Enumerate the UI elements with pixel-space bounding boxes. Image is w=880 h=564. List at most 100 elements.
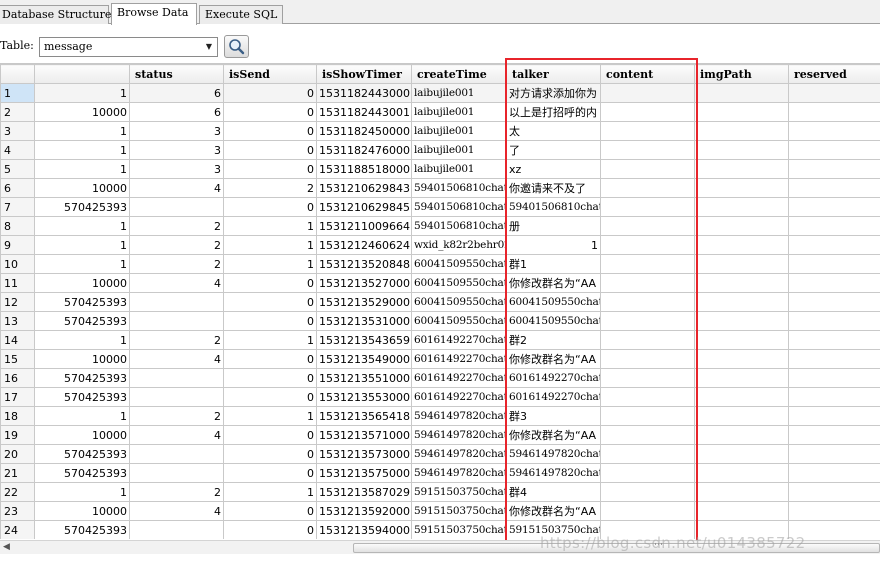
table-cell[interactable]: 1 — [34, 482, 130, 502]
table-row[interactable]: 20 570425393 0 1531213573000 59461497820chat… — [0, 444, 880, 464]
table-cell[interactable] — [600, 254, 695, 274]
table-cell[interactable]: 60041509550chatr — [506, 292, 601, 312]
table-cell[interactable]: 1 — [34, 406, 130, 426]
table-cell[interactable] — [788, 482, 880, 502]
table-cell[interactable]: 59151503750chatr — [411, 501, 507, 521]
table-cell[interactable] — [600, 102, 695, 122]
table-cell[interactable]: 570425393 — [34, 387, 130, 407]
table-cell[interactable]: 4 — [129, 273, 224, 293]
row-number[interactable]: 13 — [0, 311, 35, 331]
table-cell[interactable]: 1 — [223, 406, 317, 426]
table-cell[interactable]: 对方请求添加你为 — [506, 83, 601, 103]
table-cell[interactable]: 1 — [34, 254, 130, 274]
table-row[interactable]: 13 570425393 0 1531213531000 60041509550chat… — [0, 311, 880, 331]
table-cell[interactable]: 6 — [129, 102, 224, 122]
table-cell[interactable]: 1531213551000 — [316, 368, 412, 388]
table-cell[interactable]: laibujile001 — [411, 102, 507, 122]
table-cell[interactable] — [694, 406, 789, 426]
column-header-isshowtimer[interactable]: isShowTimer — [316, 64, 412, 84]
table-cell[interactable]: 10000 — [34, 102, 130, 122]
table-cell[interactable]: 59401506810chatr — [411, 216, 507, 236]
column-header-blank[interactable] — [34, 64, 130, 84]
row-number[interactable]: 8 — [0, 216, 35, 236]
table-cell[interactable] — [788, 349, 880, 369]
row-number[interactable]: 14 — [0, 330, 35, 350]
table-cell[interactable]: 59401506810chatr — [411, 197, 507, 217]
table-cell[interactable] — [600, 197, 695, 217]
row-number[interactable]: 19 — [0, 425, 35, 445]
table-cell[interactable] — [788, 235, 880, 255]
table-row[interactable]: 10 1 2 1 1531213520848 60041509550chatr 群1 — [0, 254, 880, 274]
table-cell[interactable] — [788, 292, 880, 312]
table-cell[interactable]: 1 — [34, 140, 130, 160]
row-number[interactable]: 20 — [0, 444, 35, 464]
table-cell[interactable] — [600, 121, 695, 141]
table-cell[interactable]: 10000 — [34, 501, 130, 521]
row-number[interactable]: 9 — [0, 235, 35, 255]
table-cell[interactable] — [600, 425, 695, 445]
table-cell[interactable]: 60041509550chatr — [506, 311, 601, 331]
table-row[interactable]: 11 10000 4 0 1531213527000 60041509550chatr 你修… — [0, 273, 880, 293]
table-cell[interactable]: 你修改群名为“AA — [506, 425, 601, 445]
table-cell[interactable]: 60161492270chatr — [411, 349, 507, 369]
table-cell[interactable]: 1531213527000 — [316, 273, 412, 293]
column-header-talker[interactable]: talker — [506, 64, 601, 84]
tab-database-structure[interactable]: Database Structure — [0, 5, 111, 24]
row-number[interactable]: 12 — [0, 292, 35, 312]
table-row[interactable]: 8 1 2 1 1531211009664 59401506810chatr 册 — [0, 216, 880, 236]
table-cell[interactable] — [129, 520, 224, 539]
scroll-left-icon[interactable]: ◀ — [3, 542, 10, 552]
table-cell[interactable] — [694, 197, 789, 217]
table-cell[interactable]: 59151503750chatr — [411, 520, 507, 539]
table-cell[interactable]: 570425393 — [34, 292, 130, 312]
table-cell[interactable]: 1531213529000 — [316, 292, 412, 312]
table-cell[interactable]: 10000 — [34, 425, 130, 445]
table-cell[interactable]: 4 — [129, 178, 224, 198]
table-cell[interactable]: 0 — [223, 102, 317, 122]
table-cell[interactable] — [694, 216, 789, 236]
table-cell[interactable] — [788, 444, 880, 464]
table-cell[interactable]: 6 — [129, 83, 224, 103]
table-cell[interactable]: xz — [506, 159, 601, 179]
table-cell[interactable] — [694, 83, 789, 103]
table-cell[interactable] — [600, 178, 695, 198]
table-row[interactable]: 5 1 3 0 1531188518000 laibujile001 xz — [0, 159, 880, 179]
table-cell[interactable]: 了 — [506, 140, 601, 160]
table-cell[interactable] — [694, 121, 789, 141]
table-cell[interactable]: 1531211009664 — [316, 216, 412, 236]
table-cell[interactable]: 1 — [223, 235, 317, 255]
tab-execute-sql[interactable]: Execute SQL — [199, 5, 283, 24]
row-number[interactable]: 7 — [0, 197, 35, 217]
table-row[interactable]: 7 570425393 0 1531210629845 59401506810chatr… — [0, 197, 880, 217]
row-number[interactable]: 22 — [0, 482, 35, 502]
chevron-down-icon[interactable]: ▼ — [201, 38, 217, 56]
table-cell[interactable] — [694, 102, 789, 122]
table-cell[interactable]: 1 — [223, 330, 317, 350]
table-cell[interactable]: 59461497820chatr — [411, 444, 507, 464]
table-row[interactable]: 18 1 2 1 1531213565418 59461497820chatr 群3 — [0, 406, 880, 426]
table-cell[interactable]: 59461497820chatr — [411, 406, 507, 426]
table-cell[interactable]: 59461497820chatr — [411, 463, 507, 483]
table-cell[interactable]: 1531213543659 — [316, 330, 412, 350]
table-cell[interactable]: 59461497820chatr — [411, 425, 507, 445]
table-cell[interactable]: 1531213553000 — [316, 387, 412, 407]
table-cell[interactable]: 1531182443001 — [316, 102, 412, 122]
table-cell[interactable]: 1531213573000 — [316, 444, 412, 464]
table-cell[interactable] — [694, 140, 789, 160]
table-cell[interactable]: 群3 — [506, 406, 601, 426]
table-cell[interactable] — [600, 368, 695, 388]
table-cell[interactable] — [788, 330, 880, 350]
table-cell[interactable]: 2 — [223, 178, 317, 198]
table-cell[interactable]: 0 — [223, 83, 317, 103]
table-row[interactable]: 16 570425393 0 1531213551000 60161492270chat… — [0, 368, 880, 388]
table-row[interactable]: 1 1 6 0 1531182443000 laibujile001 对方请求添加你为 — [0, 83, 880, 103]
table-cell[interactable]: 60041509550chatr — [411, 254, 507, 274]
table-cell[interactable] — [129, 197, 224, 217]
table-cell[interactable]: 1531182476000 — [316, 140, 412, 160]
table-cell[interactable] — [600, 387, 695, 407]
table-cell[interactable] — [600, 444, 695, 464]
table-cell[interactable] — [694, 349, 789, 369]
table-row[interactable]: 21 570425393 0 1531213575000 59461497820chat… — [0, 463, 880, 483]
row-number[interactable]: 18 — [0, 406, 35, 426]
table-cell[interactable]: 1531213520848 — [316, 254, 412, 274]
